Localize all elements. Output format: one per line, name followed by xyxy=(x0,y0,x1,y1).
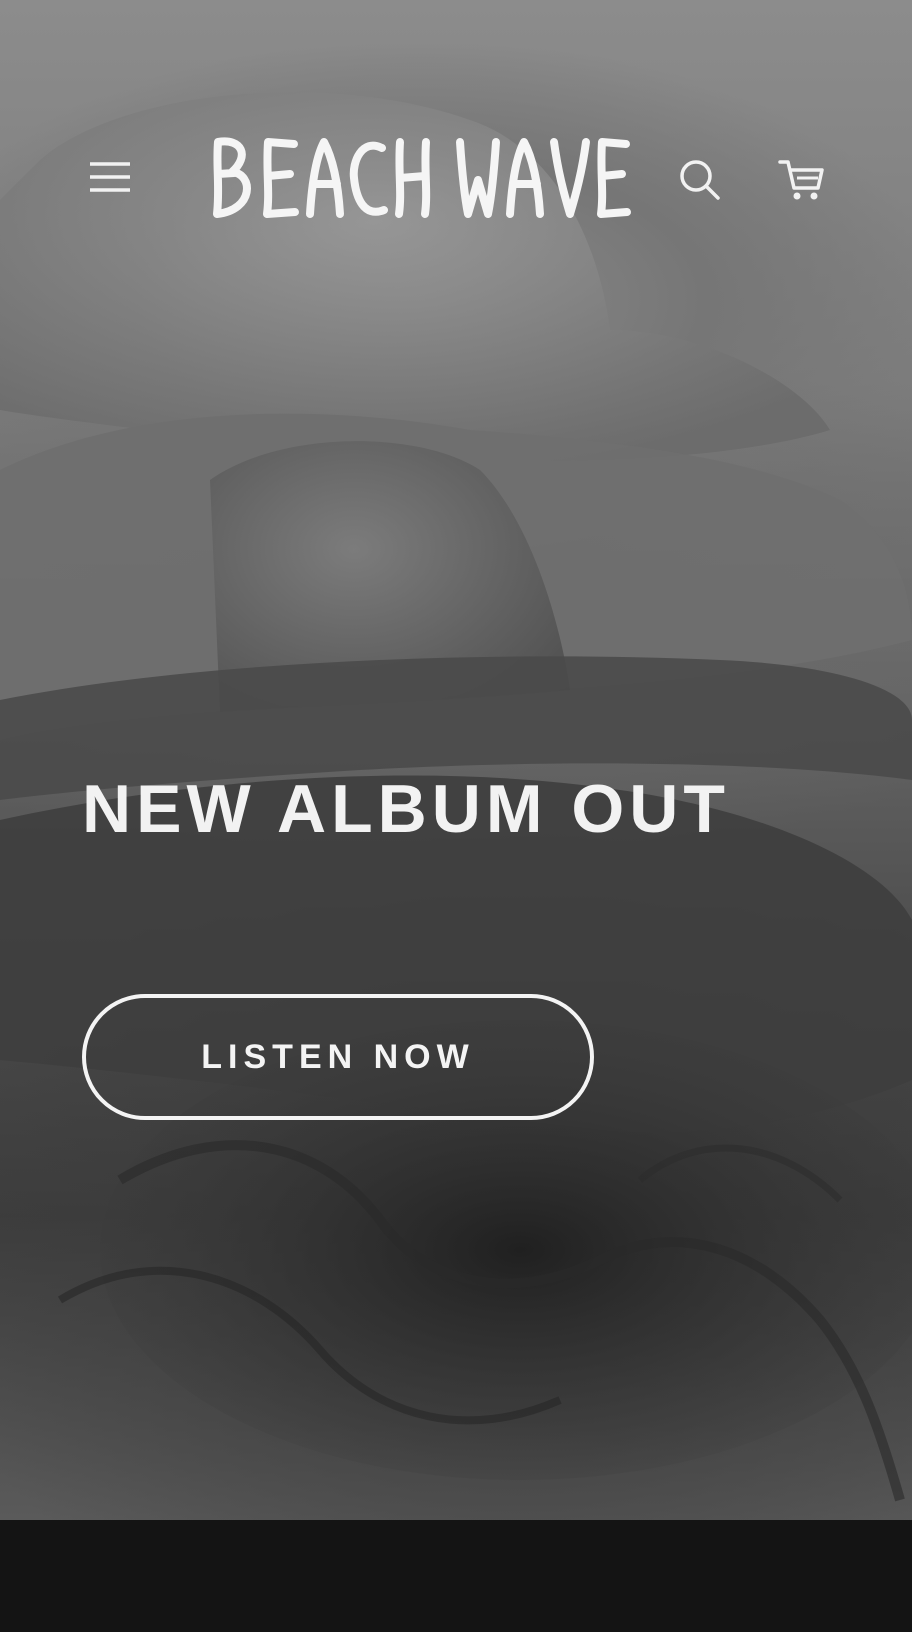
listen-now-button[interactable]: LISTEN NOW xyxy=(82,994,594,1120)
search-icon[interactable] xyxy=(676,156,724,204)
hamburger-menu-icon[interactable] xyxy=(84,156,136,198)
page: NEW ALBUM OUT LISTEN NOW xyxy=(0,0,912,1632)
hero-banner: NEW ALBUM OUT LISTEN NOW xyxy=(0,0,912,1520)
footer-band xyxy=(0,1520,912,1632)
hero-headline: NEW ALBUM OUT xyxy=(82,771,730,847)
logo[interactable] xyxy=(212,132,632,222)
cart-icon[interactable] xyxy=(776,154,826,204)
site-header xyxy=(0,120,912,240)
